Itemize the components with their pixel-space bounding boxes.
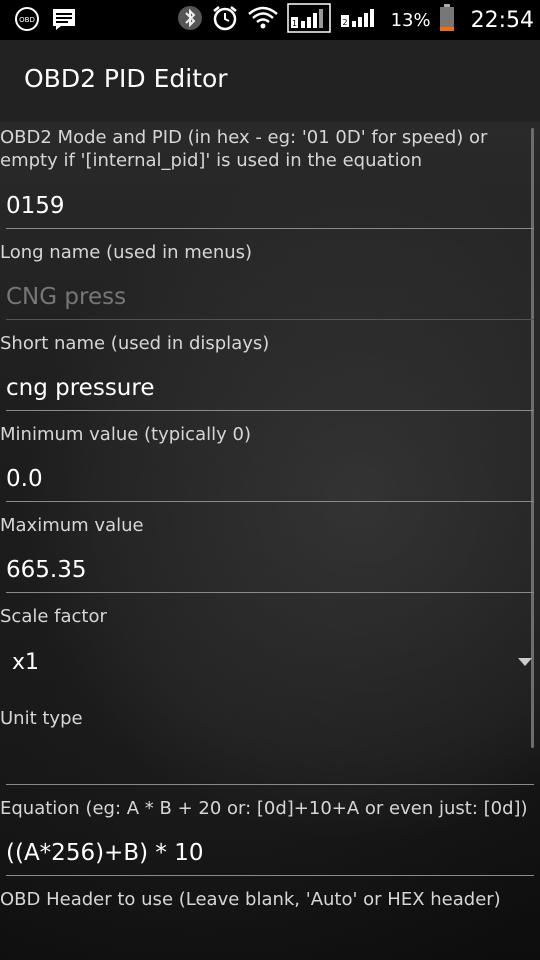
sim2-signal-icon: 2 bbox=[339, 3, 383, 37]
obd-header-label: OBD Header to use (Leave blank, 'Auto' o… bbox=[0, 889, 501, 910]
pid-label: OBD2 Mode and PID (in hex - eg: '01 0D' … bbox=[0, 127, 488, 171]
long-name-underline bbox=[6, 319, 534, 320]
equation-underline bbox=[6, 875, 534, 876]
unit-type-underline bbox=[6, 784, 534, 785]
action-bar: OBD2 PID Editor bbox=[0, 40, 540, 122]
svg-text:2: 2 bbox=[342, 18, 347, 27]
scale-factor-value: x1 bbox=[12, 650, 40, 675]
clock: 22:54 bbox=[470, 7, 534, 33]
short-name-input[interactable]: cng pressure bbox=[6, 365, 534, 411]
long-name-placeholder: CNG press bbox=[6, 284, 127, 310]
max-value-label: Maximum value bbox=[0, 515, 144, 536]
obd-notification-icon: OBD bbox=[14, 6, 40, 36]
long-name-label: Long name (used in menus) bbox=[0, 242, 253, 263]
min-value-label: Minimum value (typically 0) bbox=[0, 424, 251, 445]
min-value-input[interactable]: 0.0 bbox=[6, 456, 534, 502]
short-name-underline bbox=[6, 410, 534, 411]
alarm-icon bbox=[211, 4, 239, 36]
max-value-underline bbox=[6, 592, 534, 593]
short-name-value: cng pressure bbox=[6, 375, 155, 401]
long-name-input[interactable]: CNG press bbox=[6, 274, 534, 320]
dropdown-arrow-icon bbox=[518, 658, 532, 666]
scale-factor-dropdown[interactable]: x1 bbox=[12, 644, 532, 684]
short-name-label: Short name (used in displays) bbox=[0, 333, 270, 354]
equation-value: ((A*256)+B) * 10 bbox=[6, 840, 204, 866]
equation-label: Equation (eg: A * B + 20 or: [0d]+10+A o… bbox=[0, 798, 528, 819]
pid-input[interactable]: 0159 bbox=[6, 183, 534, 229]
max-value: 665.35 bbox=[6, 557, 87, 583]
wifi-icon bbox=[247, 6, 279, 34]
unit-type-label: Unit type bbox=[0, 708, 83, 729]
bluetooth-icon bbox=[177, 5, 203, 35]
unit-type-input[interactable] bbox=[6, 739, 534, 785]
equation-input[interactable]: ((A*256)+B) * 10 bbox=[6, 830, 534, 876]
form-container[interactable]: OBD2 Mode and PID (in hex - eg: '01 0D' … bbox=[0, 122, 540, 960]
min-value-underline bbox=[6, 501, 534, 502]
battery-percent: 13% bbox=[390, 9, 431, 31]
svg-text:1: 1 bbox=[292, 19, 297, 28]
pid-value: 0159 bbox=[6, 193, 65, 219]
battery-icon bbox=[439, 4, 455, 36]
status-bar: OBD 1 2 13% 22:54 bbox=[0, 0, 540, 40]
page-title: OBD2 PID Editor bbox=[24, 64, 228, 93]
min-value: 0.0 bbox=[6, 466, 43, 492]
max-value-input[interactable]: 665.35 bbox=[6, 547, 534, 593]
scale-factor-label: Scale factor bbox=[0, 606, 107, 627]
sim1-signal-icon: 1 bbox=[286, 3, 331, 37]
svg-text:OBD: OBD bbox=[19, 16, 35, 24]
pid-underline bbox=[6, 228, 534, 229]
message-icon bbox=[52, 8, 76, 34]
